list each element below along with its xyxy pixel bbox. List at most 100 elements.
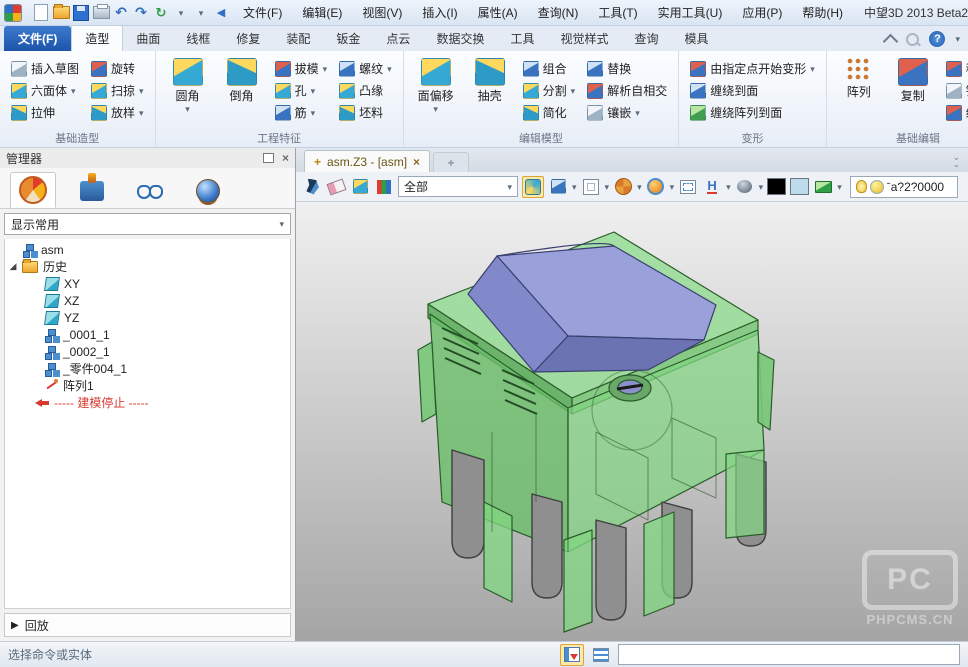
tab-inquire[interactable]: 查询 — [621, 26, 671, 51]
light-setting-field[interactable]: ˉa?2?0000 — [850, 176, 958, 198]
hole-button[interactable]: 孔▾ — [272, 81, 331, 100]
inlay-button[interactable]: 镶嵌▾ — [584, 103, 670, 122]
background-black-swatch[interactable] — [767, 178, 786, 195]
menu-insert[interactable]: 插入(I) — [413, 1, 466, 24]
dropdown-arrow-icon[interactable]: ▾ — [670, 183, 675, 191]
menu-file[interactable]: 文件(F) — [234, 1, 291, 24]
document-tab[interactable]: + asm.Z3 - [asm] × — [304, 150, 430, 172]
collapse-left-button[interactable]: ◀ — [212, 4, 230, 22]
tab-visualstyle[interactable]: 视觉样式 — [547, 26, 621, 51]
combine-button[interactable]: 组合 — [520, 59, 579, 78]
search-icon[interactable] — [906, 33, 919, 46]
undo-button[interactable]: ↶ — [112, 4, 130, 22]
new-tab-button[interactable]: + — [433, 152, 469, 172]
color-filter-button[interactable] — [374, 177, 394, 197]
draft-button[interactable]: 拔模▾ — [272, 59, 331, 78]
tree-item-history[interactable]: ◢历史 — [5, 258, 290, 275]
escape-button[interactable] — [302, 177, 322, 197]
tree-item-xy[interactable]: XY — [5, 275, 290, 292]
tab-close-icon[interactable]: × — [413, 155, 420, 169]
dropdown-arrow-icon[interactable]: ▾ — [837, 183, 842, 191]
zoom-window-button[interactable] — [678, 177, 698, 197]
print-button[interactable] — [92, 4, 110, 22]
flange-button[interactable]: 凸缘 — [336, 81, 395, 100]
app-logo-icon[interactable] — [4, 4, 22, 22]
save-button[interactable] — [72, 4, 90, 22]
new-file-button[interactable] — [32, 4, 50, 22]
status-input[interactable] — [618, 644, 960, 665]
tree-item-pattern1[interactable]: 阵列1 — [5, 377, 290, 394]
filter-list-button[interactable] — [560, 644, 584, 666]
tab-visibility-manager[interactable] — [128, 174, 172, 208]
menu-inquire[interactable]: 查询(N) — [529, 1, 588, 24]
resolve-self-intersect-button[interactable]: 解析自相交 — [584, 81, 670, 100]
tree-item-0002[interactable]: _0002_1 — [5, 343, 290, 360]
tab-scroll-icon[interactable]: ⌄⌄ — [944, 154, 968, 172]
copy-button[interactable]: 复制 — [889, 56, 937, 106]
dropdown-arrow-icon[interactable]: ▾ — [759, 183, 764, 191]
redo-button[interactable]: ↷ — [132, 4, 150, 22]
wireframe-display-button[interactable] — [581, 177, 601, 197]
tab-repair[interactable]: 修复 — [223, 26, 273, 51]
help-icon[interactable]: ? — [929, 31, 945, 47]
box-button[interactable]: 六面体▾ — [8, 81, 82, 100]
command-list-button[interactable] — [590, 645, 612, 665]
tab-tools[interactable]: 工具 — [497, 26, 547, 51]
viewport-3d[interactable]: PC PHPCMS.CN — [296, 202, 968, 641]
tab-view-manager[interactable] — [186, 174, 230, 208]
tree-item-0001[interactable]: _0001_1 — [5, 326, 290, 343]
regen-dropdown[interactable]: ▾ — [172, 4, 190, 22]
background-blue-swatch[interactable] — [790, 178, 809, 195]
tab-dataexchange[interactable]: 数据交换 — [423, 26, 497, 51]
pattern-button[interactable]: 阵列 — [835, 56, 883, 102]
tab-surface[interactable]: 曲面 — [123, 26, 173, 51]
face-color-button[interactable] — [813, 177, 833, 197]
help-dropdown-icon[interactable]: ▾ — [955, 35, 960, 43]
standard-views-button[interactable] — [613, 177, 633, 197]
menu-tools[interactable]: 工具(T) — [589, 1, 646, 24]
tab-mold[interactable]: 模具 — [672, 26, 722, 51]
appearance-button[interactable] — [735, 177, 755, 197]
render-mode-button[interactable] — [646, 177, 666, 197]
align-plane-button[interactable]: H — [702, 177, 722, 197]
thread-button[interactable]: 螺纹▾ — [336, 59, 395, 78]
loft-button[interactable]: 放样▾ — [88, 103, 147, 122]
erase-button[interactable] — [326, 177, 346, 197]
insert-sketch-button[interactable]: 插入草图 — [8, 59, 82, 78]
menu-utilities[interactable]: 实用工具(U) — [649, 1, 732, 24]
wrap-to-face-button[interactable]: 缠绕到面 — [687, 81, 818, 100]
expand-arrow-icon[interactable]: ◢ — [9, 261, 17, 272]
dynamic-rotate-button[interactable] — [522, 176, 544, 198]
deform-from-point-button[interactable]: 由指定点开始变形▾ — [687, 59, 818, 78]
file-menu-button[interactable]: 文件(F) — [4, 26, 71, 51]
playback-bar[interactable]: ▶ 回放 — [4, 613, 291, 637]
replace-button[interactable]: 替换 — [584, 59, 670, 78]
qat-customize-dropdown[interactable]: ▾ — [192, 4, 210, 22]
tab-constraint-manager[interactable] — [70, 174, 114, 208]
dropdown-arrow-icon[interactable]: ▾ — [605, 183, 610, 191]
divide-button[interactable]: 分割▾ — [520, 81, 579, 100]
tab-assembly[interactable]: 装配 — [273, 26, 323, 51]
open-file-button[interactable] — [52, 4, 70, 22]
tree-filter-select[interactable]: 显示常用 ▾ — [4, 213, 291, 235]
tab-shape[interactable]: 造型 — [71, 25, 123, 51]
tab-wireframe[interactable]: 线框 — [173, 26, 223, 51]
menu-applications[interactable]: 应用(P) — [733, 1, 791, 24]
tree-item-part004[interactable]: _零件004_1 — [5, 360, 290, 377]
shell-button[interactable]: 抽壳 — [466, 56, 514, 106]
face-offset-button[interactable]: 面偏移▾ — [412, 56, 460, 115]
tree-item-xz[interactable]: XZ — [5, 292, 290, 309]
mirror-button[interactable]: 镜像 — [943, 81, 968, 100]
panel-restore-icon[interactable] — [263, 153, 274, 163]
move-button[interactable]: 移动▾ — [943, 59, 968, 78]
regen-button[interactable]: ↻ — [152, 4, 170, 22]
fillet-button[interactable]: 圆角▾ — [164, 56, 212, 115]
tree-item-asm[interactable]: asm — [5, 241, 290, 258]
tree-item-model-stop[interactable]: ----- 建模停止 ----- — [5, 394, 290, 411]
wrap-pattern-to-face-button[interactable]: 缠绕阵列到面 — [687, 103, 818, 122]
dropdown-arrow-icon[interactable]: ▾ — [726, 183, 731, 191]
tab-sheetmetal[interactable]: 钣金 — [323, 26, 373, 51]
extrude-button[interactable]: 拉伸 — [8, 103, 82, 122]
ribbon-collapse-icon[interactable] — [883, 33, 899, 49]
tab-history-manager[interactable] — [10, 172, 56, 208]
